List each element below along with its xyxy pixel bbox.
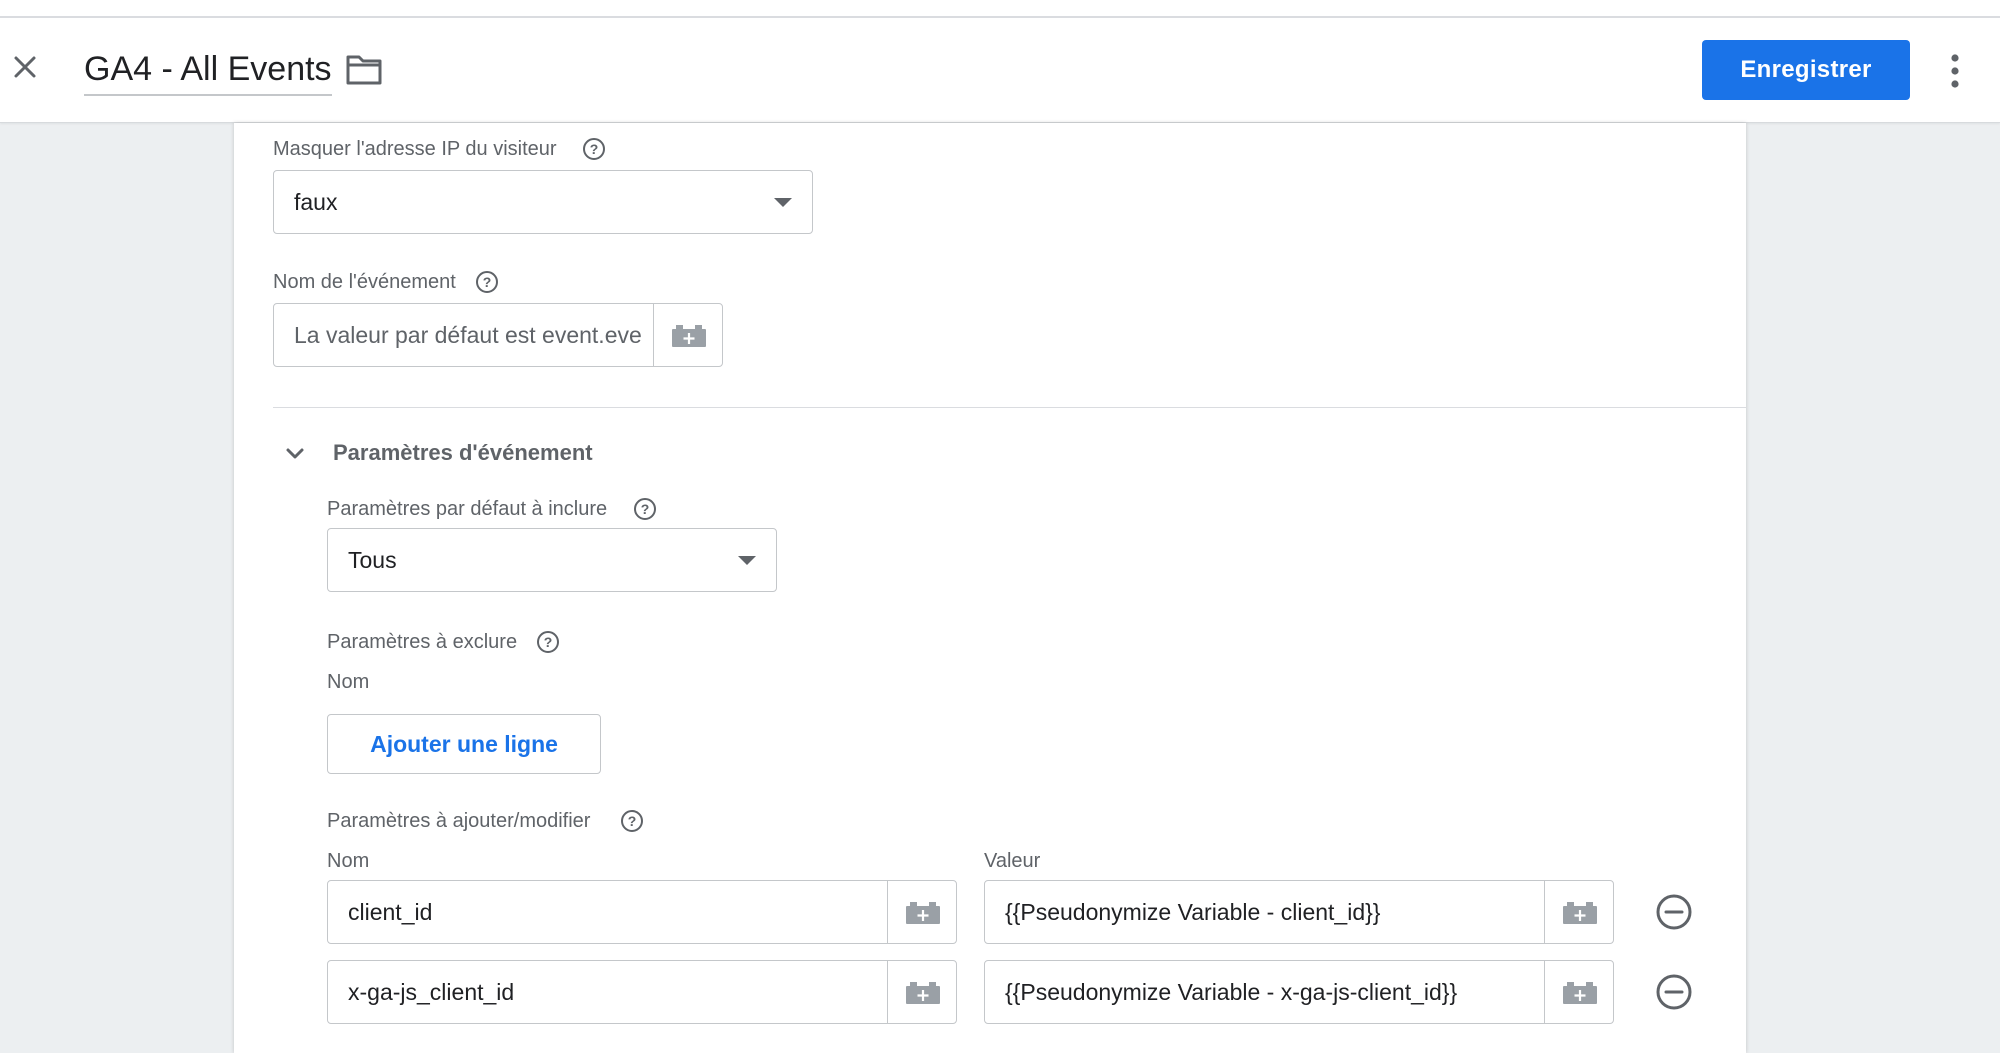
- event-params-section-title[interactable]: Paramètres d'événement: [333, 440, 593, 466]
- remove-row-icon[interactable]: [1654, 972, 1694, 1012]
- help-icon[interactable]: ?: [582, 137, 606, 161]
- browser-top-strip: [0, 0, 2000, 18]
- help-icon[interactable]: ?: [536, 630, 560, 654]
- help-icon[interactable]: ?: [633, 497, 657, 521]
- default-params-select[interactable]: Tous: [327, 528, 777, 592]
- help-icon[interactable]: ?: [620, 809, 644, 833]
- param-name-value: client_id: [348, 899, 433, 925]
- variable-picker-icon[interactable]: [1544, 961, 1613, 1023]
- default-params-label: Paramètres par défaut à inclure: [327, 498, 608, 520]
- chevron-down-icon[interactable]: [280, 439, 310, 469]
- param-name-field[interactable]: client_id: [327, 880, 957, 944]
- ip-anon-value: faux: [294, 189, 338, 215]
- param-name-field[interactable]: x-ga-js_client_id: [327, 960, 957, 1024]
- folder-icon[interactable]: [344, 53, 384, 87]
- add-modify-name-header: Nom: [327, 850, 370, 872]
- svg-text:?: ?: [544, 634, 553, 650]
- dropdown-arrow-icon: [774, 198, 792, 207]
- event-name-label: Nom de l'événement: [273, 271, 456, 293]
- exclude-name-header: Nom: [327, 671, 370, 693]
- svg-text:?: ?: [590, 141, 599, 157]
- close-icon[interactable]: [6, 48, 44, 86]
- variable-picker-icon[interactable]: [887, 881, 956, 943]
- ip-anon-select[interactable]: faux: [273, 170, 813, 234]
- add-row-button[interactable]: Ajouter une ligne: [327, 714, 601, 774]
- param-value-value: {{Pseudonymize Variable - x-ga-js-client…: [1005, 979, 1458, 1005]
- param-value-field[interactable]: {{Pseudonymize Variable - client_id}}: [984, 880, 1614, 944]
- ip-anon-label: Masquer l'adresse IP du visiteur: [273, 138, 557, 160]
- variable-picker-icon[interactable]: [887, 961, 956, 1023]
- param-value-field[interactable]: {{Pseudonymize Variable - x-ga-js-client…: [984, 960, 1614, 1024]
- tag-title[interactable]: GA4 - All Events: [84, 48, 332, 96]
- help-icon[interactable]: ?: [475, 270, 499, 294]
- svg-text:?: ?: [483, 274, 492, 290]
- more-vert-icon[interactable]: [1940, 50, 1970, 92]
- save-button[interactable]: Enregistrer: [1702, 40, 1910, 100]
- add-modify-params-label: Paramètres à ajouter/modifier: [327, 810, 591, 832]
- remove-row-icon[interactable]: [1654, 892, 1694, 932]
- dropdown-arrow-icon: [738, 556, 756, 565]
- event-name-placeholder: La valeur par défaut est event.eve: [294, 322, 642, 348]
- editor-header: GA4 - All Events Enregistrer: [0, 18, 2000, 123]
- add-modify-value-header: Valeur: [984, 850, 1041, 872]
- default-params-value: Tous: [348, 547, 397, 573]
- section-divider: [273, 407, 1746, 408]
- event-name-field[interactable]: La valeur par défaut est event.eve: [273, 303, 723, 367]
- variable-picker-icon[interactable]: [653, 304, 722, 366]
- param-name-value: x-ga-js_client_id: [348, 979, 515, 1005]
- variable-picker-icon[interactable]: [1544, 881, 1613, 943]
- svg-text:?: ?: [641, 501, 650, 517]
- exclude-params-label: Paramètres à exclure: [327, 631, 518, 653]
- param-value-value: {{Pseudonymize Variable - client_id}}: [1005, 899, 1381, 925]
- svg-text:?: ?: [628, 813, 637, 829]
- tag-configuration-card: Masquer l'adresse IP du visiteur ? faux …: [234, 123, 1746, 1053]
